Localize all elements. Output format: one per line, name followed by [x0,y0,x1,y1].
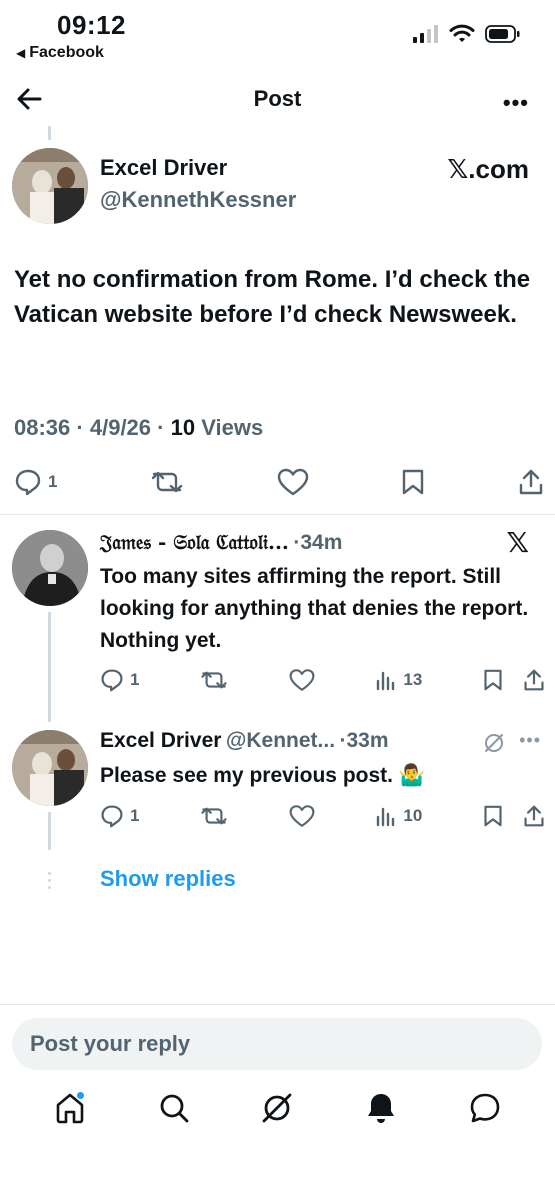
post-actions: 1 [14,468,544,496]
reply-button[interactable]: 1 [14,468,57,496]
share-icon[interactable] [523,804,545,828]
views-icon [377,807,395,827]
reply-time: ·33m [339,729,389,752]
battery-icon [485,25,520,43]
reply-count: 1 [130,806,140,825]
reply-time: ·34m [293,531,343,554]
views-count: 10 [403,806,423,825]
divider [0,1004,555,1005]
back-app-label: Facebook [29,44,104,61]
back-to-app-link[interactable]: ◀ Facebook [16,44,104,62]
reply-icon [15,469,41,496]
reply-input-placeholder: Post your reply [30,1031,191,1056]
tab-search[interactable] [154,1088,194,1128]
reply-secondary-actions [483,804,545,828]
views-button[interactable]: 10 [375,805,422,827]
avatar[interactable] [12,148,88,224]
post-date: 4/9/26 [89,415,152,440]
views-count: 10 [170,415,196,440]
bottom-tab-bar [0,1088,555,1128]
avatar[interactable] [12,530,88,606]
reply-author-name[interactable]: 𝔍𝔞𝔪𝔢𝔰 - 𝔖𝔬𝔩𝔞 ℭ𝔞𝔱𝔱𝔬𝔩𝔦... [100,530,289,554]
share-icon[interactable] [518,468,544,496]
avatar-photo-icon [12,530,88,606]
reply-header: 𝔍𝔞𝔪𝔢𝔰 - 𝔖𝔬𝔩𝔞 ℭ𝔞𝔱𝔱𝔬𝔩𝔦... ·34m [100,530,500,555]
grok-icon[interactable] [483,732,505,754]
bookmark-icon[interactable] [483,668,503,692]
page-title: Post [253,86,302,111]
like-icon[interactable] [277,468,309,496]
status-icons [413,24,521,44]
reply-count: 1 [48,472,58,491]
post-meta: 08:36 · 4/9/26 · 10 Views [14,415,263,441]
meta-separator: · [76,415,90,440]
source-badge: 𝕏.com [447,154,529,184]
more-options-icon[interactable]: ••• [519,730,541,751]
reply-text: Please see my previous post. 🤷‍♂️ [100,764,425,787]
grok-icon [263,1093,292,1123]
post-time: 08:36 [14,415,71,440]
reply-actions: 1 13 [100,668,545,692]
thread-line [48,612,51,722]
reply-icon [101,669,123,692]
reply-icon [101,805,123,828]
tab-grok[interactable] [257,1088,297,1128]
back-triangle-icon: ◀ [16,46,26,60]
reply-author-name[interactable]: Excel Driver [100,729,221,752]
bookmark-icon[interactable] [483,804,503,828]
repost-icon[interactable] [200,804,228,828]
reply-button[interactable]: 1 [100,668,139,692]
reply-handle[interactable]: @Kennet... [226,729,335,752]
like-icon[interactable] [289,668,315,692]
avatar[interactable] [12,730,88,806]
reply-secondary-actions [483,668,545,692]
views-label: Views [201,415,264,440]
avatar-photo-icon [12,730,88,806]
meta-separator: · [157,415,171,440]
x-badge: 𝕏 [506,527,529,558]
reply-count: 1 [130,670,140,689]
thread-line [48,812,51,850]
views-icon [377,671,395,691]
cellular-signal-icon [413,25,438,43]
notification-dot [76,1092,84,1099]
avatar-photo-icon [12,148,88,224]
tab-notifications[interactable] [361,1088,401,1128]
views-count: 13 [403,670,423,689]
reply-actions: 1 10 [100,804,545,828]
status-time: 09:12 [57,10,126,40]
divider [0,514,555,515]
more-options-icon[interactable]: ••• [503,90,529,116]
search-icon [160,1094,189,1123]
wifi-icon [449,24,475,42]
author-name[interactable]: Excel Driver [100,155,227,181]
bookmark-icon[interactable] [401,468,425,496]
tab-home[interactable] [50,1088,90,1128]
repost-icon[interactable] [150,468,184,496]
reply-button[interactable]: 1 [100,804,139,828]
reply-header: Excel Driver @Kennet... ·33m [100,729,480,753]
thread-line-top [48,126,51,140]
reply-text: Too many sites affirming the report. Sti… [100,565,529,652]
like-icon[interactable] [289,804,315,828]
post-text: Yet no confirmation from Rome. I’d check… [14,266,531,328]
messages-icon [470,1093,500,1123]
show-replies-link[interactable]: Show replies [100,866,236,892]
repost-icon[interactable] [200,668,228,692]
views-button[interactable]: 13 [375,669,422,691]
tab-messages[interactable] [465,1088,505,1128]
reply-input[interactable]: Post your reply [12,1018,542,1070]
share-icon[interactable] [523,668,545,692]
thread-dots [48,872,51,889]
notifications-icon [368,1094,395,1123]
author-handle[interactable]: @KennethKessner [100,187,296,213]
